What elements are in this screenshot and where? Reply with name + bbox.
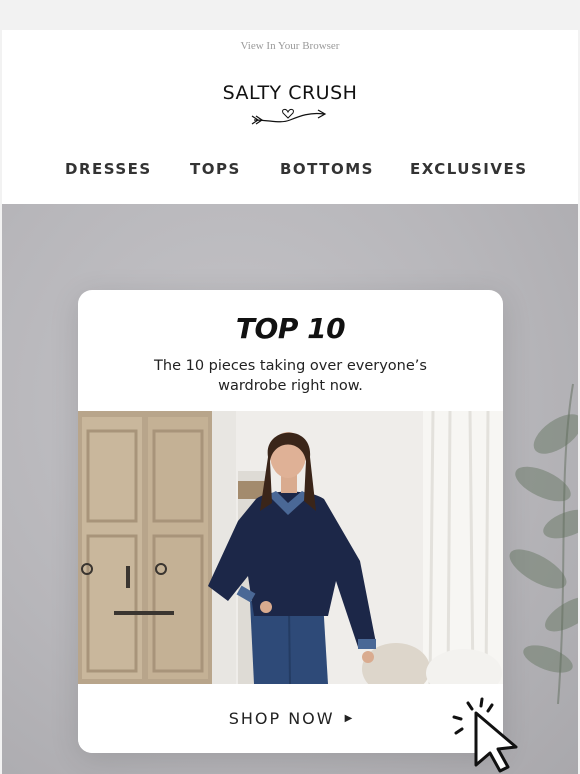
triangle-right-icon: ▶	[344, 713, 353, 724]
hero-section: TOP 10 The 10 pieces taking over everyon…	[2, 204, 578, 774]
brand-logo[interactable]: SALTY CRUSH	[2, 82, 578, 125]
nav-item-bottoms[interactable]: BOTTOMS	[280, 160, 374, 178]
click-cursor-icon	[452, 697, 518, 773]
logo-text: SALTY CRUSH	[222, 82, 358, 104]
main-nav: DRESSES TOPS BOTTOMS EXCLUSIVES	[2, 160, 578, 180]
nav-item-tops[interactable]: TOPS	[190, 160, 241, 178]
email-container: View In Your Browser SALTY CRUSH DRESSES…	[2, 30, 578, 774]
top10-card[interactable]: TOP 10 The 10 pieces taking over everyon…	[78, 290, 503, 753]
card-subtitle: The 10 pieces taking over everyone’s war…	[154, 358, 427, 394]
nav-item-dresses[interactable]: DRESSES	[65, 160, 152, 178]
model-photo[interactable]	[78, 411, 503, 684]
view-in-browser-link[interactable]: View In Your Browser	[2, 40, 578, 52]
card-title: TOP 10	[235, 312, 346, 345]
shop-now-label: SHOP NOW	[228, 709, 335, 728]
nav-item-exclusives[interactable]: EXCLUSIVES	[410, 160, 528, 178]
heart-arrow-icon	[251, 109, 327, 125]
shop-now-button[interactable]: SHOP NOW ▶	[78, 684, 503, 753]
